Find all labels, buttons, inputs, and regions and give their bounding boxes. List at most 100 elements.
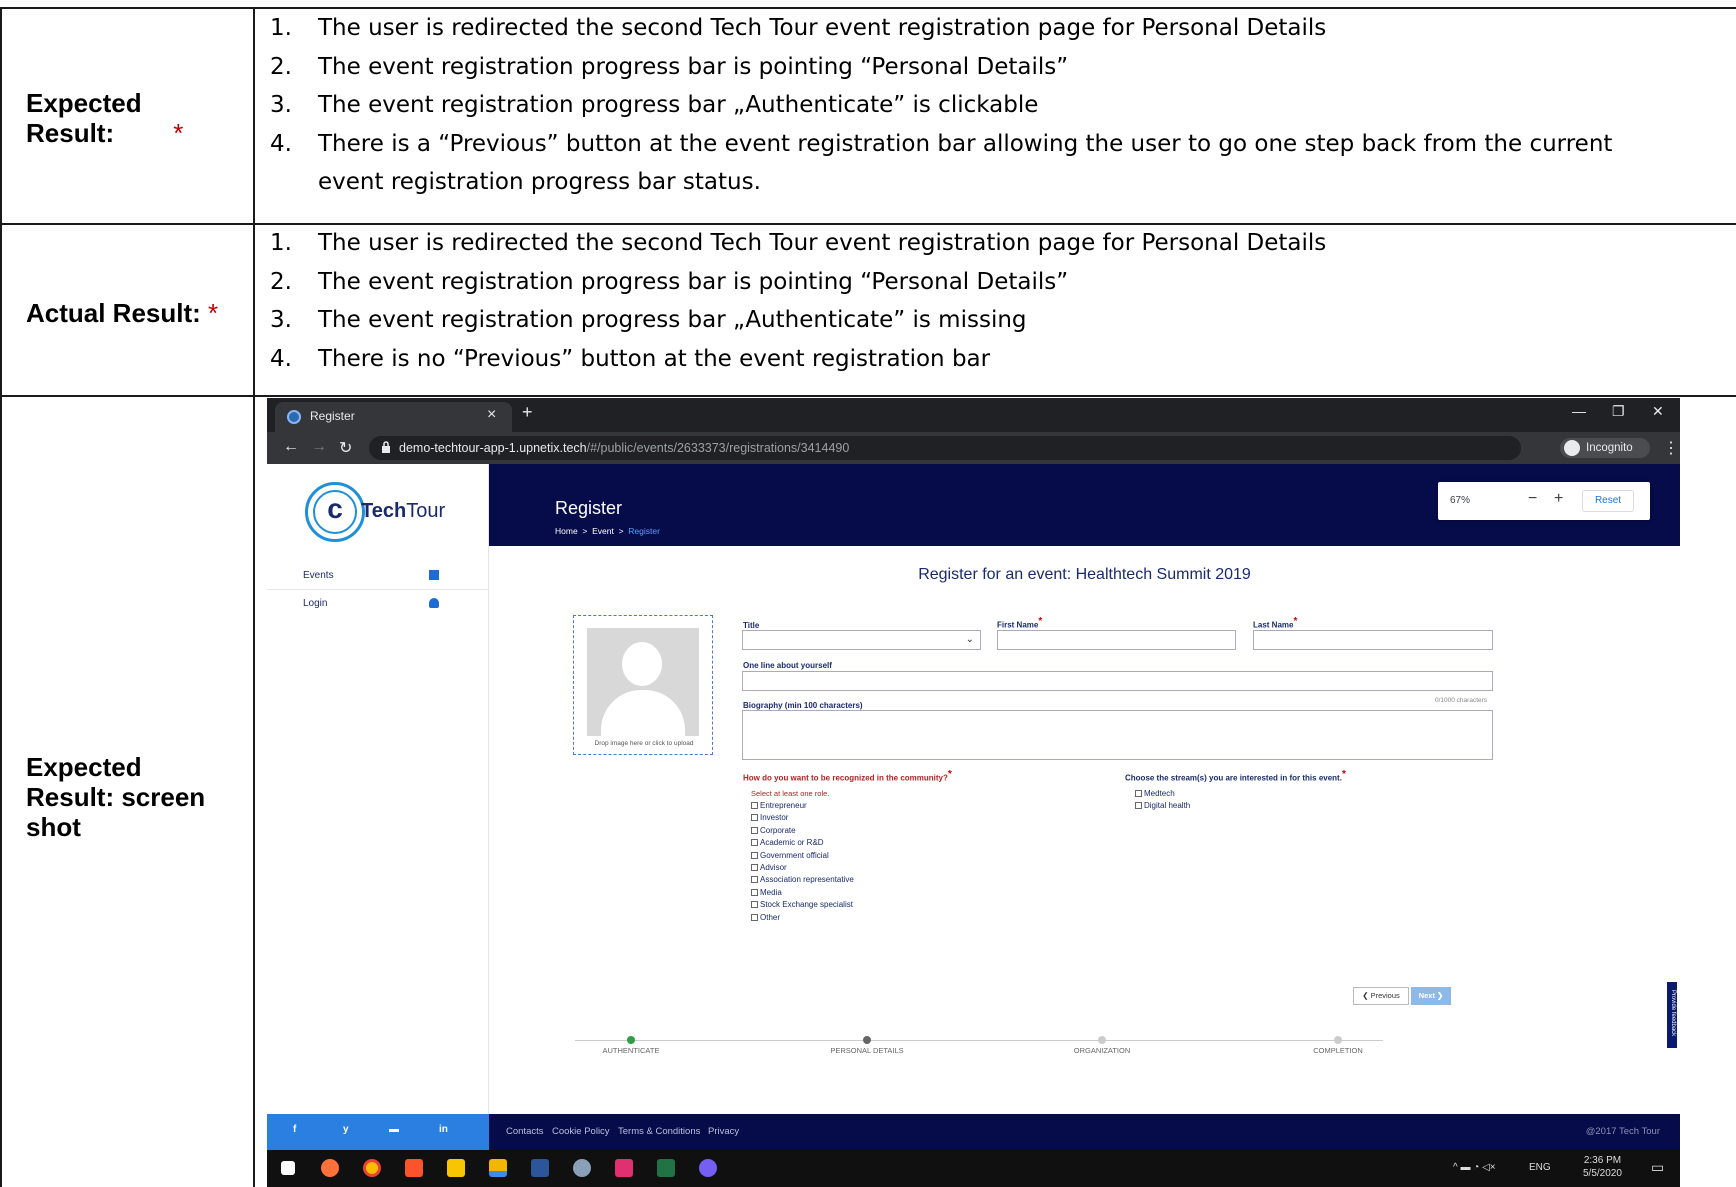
first-name-label: First Name* <box>997 616 1043 630</box>
list-item: 4. There is a “Previous” button at the ev… <box>270 130 1613 157</box>
previous-button[interactable]: ❮ Previous <box>1353 987 1409 1005</box>
minimize-icon[interactable]: — <box>1572 403 1586 419</box>
chrome-icon[interactable] <box>363 1159 381 1177</box>
close-tab-icon[interactable]: × <box>487 406 496 424</box>
footer-link-contacts[interactable]: Contacts <box>506 1126 544 1137</box>
provide-feedback-tab[interactable]: Provide feedback <box>1666 981 1678 1049</box>
form-heading: Register for an event: Healthtech Summit… <box>918 566 1251 583</box>
list-item: 1. The user is redirected the second Tech… <box>270 230 1327 256</box>
streams-question: Choose the stream(s) you are interested … <box>1125 769 1346 783</box>
browser-tab-strip: Register × + — ❐ ✕ <box>267 398 1680 432</box>
table-border-row2 <box>0 395 1736 397</box>
forward-icon[interactable]: → <box>311 438 327 456</box>
photo-upload-dropzone[interactable]: Drop image here or click to upload <box>573 615 713 755</box>
intellij-icon[interactable] <box>615 1159 633 1177</box>
checkbox-government[interactable]: Government official <box>751 850 854 862</box>
zoom-out-button[interactable]: − <box>1528 490 1537 508</box>
last-name-field[interactable] <box>1253 630 1493 650</box>
checkbox-investor[interactable]: Investor <box>751 812 854 824</box>
actual-label-text: Actual Result: <box>26 298 201 328</box>
incognito-badge[interactable]: Incognito <box>1560 438 1650 458</box>
checkbox-corporate[interactable]: Corporate <box>751 825 854 837</box>
required-asterisk: * <box>173 118 184 148</box>
checkbox-other[interactable]: Other <box>751 912 854 924</box>
brave-icon[interactable] <box>405 1159 423 1177</box>
windows-taskbar: ^ ▬ ◔ ◁× ENG 2:36 PM 5/5/2020 ▭ <box>267 1150 1680 1187</box>
recognition-hint: Select at least one role. <box>751 789 830 798</box>
footer-link-cookie-policy[interactable]: Cookie Policy <box>552 1126 610 1137</box>
title-select[interactable]: ⌄ <box>742 630 981 650</box>
footer-link-terms[interactable]: Terms & Conditions <box>618 1126 700 1137</box>
screenshot-row-label: Expected Result: screen shot <box>26 752 206 842</box>
close-window-icon[interactable]: ✕ <box>1652 403 1664 420</box>
excel-icon[interactable] <box>657 1159 675 1177</box>
restore-icon[interactable]: ❐ <box>1612 403 1625 420</box>
breadcrumb-home[interactable]: Home <box>555 526 578 536</box>
windows-start-icon[interactable] <box>281 1161 295 1175</box>
browser-menu-icon[interactable]: ⋮ <box>1663 438 1679 458</box>
list-item: 2. The event registration progress bar is… <box>270 53 1069 80</box>
sidebar-item-events[interactable]: Events <box>267 562 489 590</box>
list-item: 3. The event registration progress bar „A… <box>270 92 1039 118</box>
step-completion: COMPLETION <box>1268 1032 1408 1055</box>
language-indicator[interactable]: ENG <box>1529 1162 1551 1173</box>
title-label: Title <box>743 621 760 630</box>
zoom-reset-button[interactable]: Reset <box>1582 490 1634 512</box>
checkbox-stock-exchange[interactable]: Stock Exchange specialist <box>751 899 854 911</box>
system-tray-icons[interactable]: ^ ▬ ◔ ◁× <box>1453 1162 1496 1173</box>
file-explorer-icon[interactable] <box>489 1159 507 1177</box>
twitter-icon[interactable]: y <box>343 1124 349 1135</box>
actual-result-list: 1. The user is redirected the second Tech… <box>270 224 1326 378</box>
browser-tab[interactable]: Register × <box>275 402 512 432</box>
breadcrumb-register: Register <box>628 526 660 536</box>
list-item: 4. There is no “Previous” button at the e… <box>270 345 991 372</box>
user-icon <box>429 598 439 608</box>
linkedin-icon[interactable]: in <box>439 1124 448 1135</box>
notifications-icon[interactable]: ▭ <box>1651 1159 1664 1176</box>
expected-label-text: Expected Result: <box>26 88 142 148</box>
checkbox-academic[interactable]: Academic or R&D <box>751 837 854 849</box>
site-footer: f y ▬ in Contacts Cookie Policy Terms & … <box>267 1114 1680 1150</box>
email-icon[interactable]: ▬ <box>389 1124 399 1135</box>
footer-link-privacy[interactable]: Privacy <box>708 1126 739 1137</box>
step-authenticate[interactable]: AUTHENTICATE <box>561 1032 701 1055</box>
site-sidebar: c TechTour Events Login <box>267 464 489 1114</box>
new-tab-icon[interactable]: + <box>522 402 533 423</box>
breadcrumb-event[interactable]: Event <box>592 526 614 536</box>
checkbox-digital-health[interactable]: Digital health <box>1135 800 1190 812</box>
sidebar-item-login[interactable]: Login <box>267 590 489 618</box>
biography-label: Biography (min 100 characters) <box>743 701 863 710</box>
firefox-icon[interactable] <box>321 1159 339 1177</box>
list-item: 3. The event registration progress bar „A… <box>270 307 1027 333</box>
checkbox-association[interactable]: Association representative <box>751 874 854 886</box>
address-bar[interactable]: demo-techtour-app-1.upnetix.tech/#/publi… <box>369 436 1645 461</box>
next-button[interactable]: Next ❯ <box>1411 987 1451 1005</box>
table-column-divider <box>253 7 255 1187</box>
sticky-notes-icon[interactable] <box>447 1159 465 1177</box>
list-item: 2. The event registration progress bar is… <box>270 268 1069 295</box>
checkbox-advisor[interactable]: Advisor <box>751 862 854 874</box>
copyright: @2017 Tech Tour <box>1585 1126 1660 1137</box>
one-line-field[interactable] <box>742 671 1493 691</box>
viber-icon[interactable] <box>699 1159 717 1177</box>
reload-icon[interactable]: ↻ <box>339 438 352 458</box>
first-name-field[interactable] <box>997 630 1236 650</box>
taskbar-clock[interactable]: 2:36 PM 5/5/2020 <box>1583 1154 1622 1180</box>
biography-textarea[interactable] <box>742 710 1493 760</box>
expected-result-label: Expected Result: * <box>26 88 183 148</box>
registration-progress-bar: AUTHENTICATE PERSONAL DETAILS ORGANIZATI… <box>575 1032 1475 1062</box>
site-favicon-icon <box>287 410 301 424</box>
last-name-label: Last Name* <box>1253 616 1298 630</box>
paint-icon[interactable] <box>573 1159 591 1177</box>
facebook-icon[interactable]: f <box>293 1124 296 1135</box>
back-icon[interactable]: ← <box>283 438 299 456</box>
social-links: f y ▬ in <box>267 1114 489 1150</box>
zoom-in-button[interactable]: + <box>1554 490 1563 508</box>
checkbox-entrepreneur[interactable]: Entrepreneur <box>751 800 854 812</box>
techtour-logo[interactable]: c TechTour <box>305 482 445 544</box>
word-icon[interactable] <box>531 1159 549 1177</box>
checkbox-media[interactable]: Media <box>751 887 854 899</box>
table-border-left <box>0 7 2 1187</box>
page-title: Register <box>555 498 623 518</box>
checkbox-medtech[interactable]: Medtech <box>1135 788 1190 800</box>
